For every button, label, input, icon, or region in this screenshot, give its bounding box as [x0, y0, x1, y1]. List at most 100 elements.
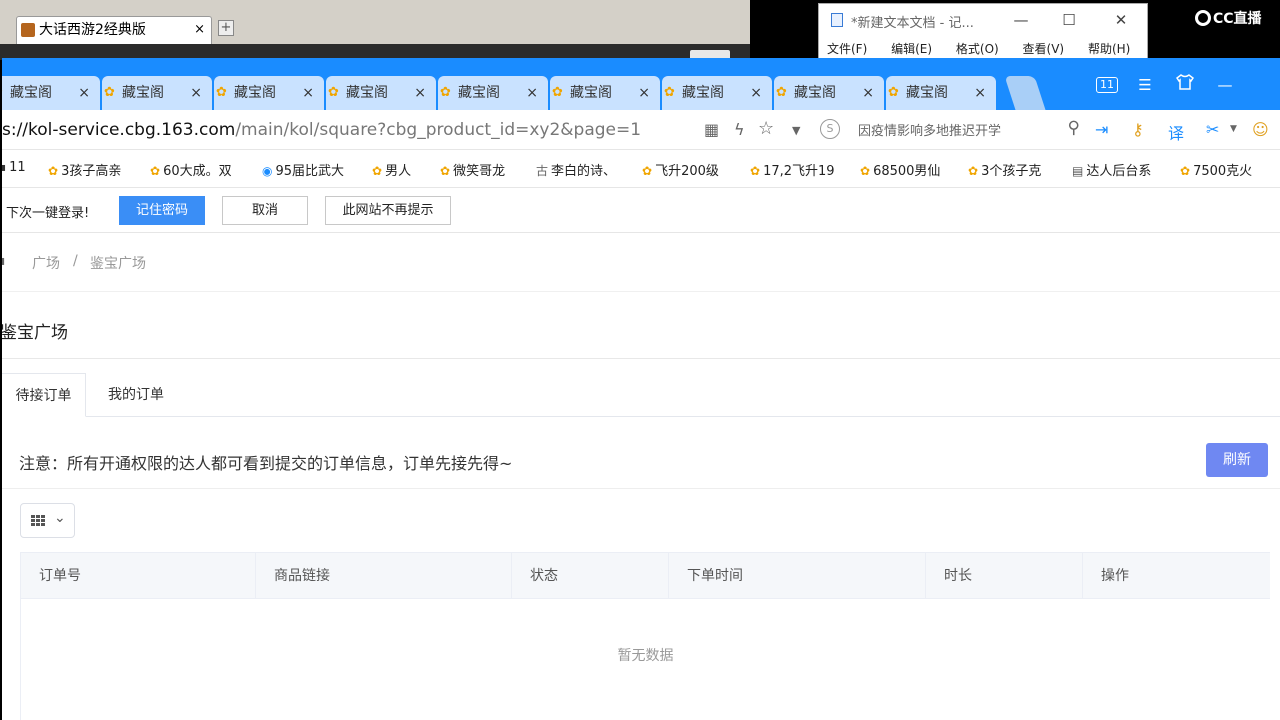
chevron-down-icon[interactable]: ▼ [1230, 124, 1237, 134]
bookmark-item[interactable]: ✿ 60大成。双 [150, 160, 232, 179]
browser-tab[interactable]: ✿ 藏宝阁 × [438, 76, 548, 110]
bookmark-item[interactable]: ▪ 11 [2, 160, 26, 175]
close-button[interactable]: ✕ [1101, 8, 1141, 32]
close-icon[interactable]: × [78, 76, 90, 110]
cancel-button[interactable]: 取消 [222, 196, 308, 225]
close-icon[interactable]: × [638, 76, 650, 110]
bookmark-item[interactable]: ✿ 68500男仙 [860, 160, 940, 179]
maximize-button[interactable]: ☐ [1049, 8, 1089, 32]
cbg-favicon-icon: ✿ [750, 164, 761, 178]
scissors-icon[interactable]: ✂ [1206, 120, 1219, 139]
notepad-menubar: 文件(F) 编辑(E) 格式(O) 查看(V) 帮助(H) [819, 40, 1142, 60]
qr-code-icon[interactable]: ▦ [704, 120, 719, 139]
bookmark-item[interactable]: ✿ 飞升200级 [642, 160, 719, 179]
cbg-favicon-icon: ✿ [968, 164, 979, 178]
menu-file[interactable]: 文件(F) [827, 40, 867, 57]
close-icon[interactable]: × [414, 76, 426, 110]
browser-tab-label: 藏宝阁 [570, 85, 612, 101]
lightning-icon[interactable]: ϟ [734, 120, 745, 139]
tab-my-orders[interactable]: 我的订单 [86, 373, 186, 417]
cbg-favicon-icon: ✿ [664, 85, 675, 100]
bookmark-label: 7500克火 [1193, 164, 1253, 179]
translate-icon[interactable]: 译 [1168, 120, 1184, 144]
menu-icon[interactable]: ☰ [1130, 74, 1160, 96]
bookmark-label: 3孩子高亲 [61, 164, 122, 179]
background-tab[interactable]: 大话西游2经典版 × [16, 16, 212, 44]
breadcrumb-separator: / [73, 253, 78, 269]
notepad-titlebar: *新建文本文档 - 记... — ☐ ✕ [819, 4, 1147, 36]
browser-tab-label: 藏宝阁 [906, 85, 948, 101]
bookmark-item[interactable]: 古李白的诗、 [536, 160, 616, 179]
never-for-site-button[interactable]: 此网站不再提示 [325, 196, 451, 225]
bookmark-item[interactable]: ✿ 男人 [372, 160, 411, 179]
browser-tab-label: 藏宝阁 [122, 85, 164, 101]
browser-tab[interactable]: ✿ 藏宝阁 × [662, 76, 772, 110]
close-icon[interactable]: × [194, 17, 205, 43]
background-window: 大话西游2经典版 × + [0, 0, 750, 60]
cc-live-logo: CC直播 [1195, 8, 1262, 28]
close-icon[interactable]: × [302, 76, 314, 110]
browser-tab[interactable]: ✿ 藏宝阁 × [774, 76, 884, 110]
menu-edit[interactable]: 编辑(E) [891, 40, 932, 57]
bookmark-label: 95届比武大 [275, 164, 345, 179]
refresh-button[interactable]: 刷新 [1206, 443, 1268, 477]
address-bar: s://kol-service.cbg.163.com/main/kol/squ… [2, 110, 1280, 150]
tab-pending-orders[interactable]: 待接订单 [2, 373, 86, 417]
column-header-order-id: 订单号 [21, 553, 256, 599]
close-icon[interactable]: × [974, 76, 986, 110]
cbg-favicon-icon: ✿ [642, 164, 653, 178]
bookmark-item[interactable]: ✿ 3个孩子克 [968, 160, 1041, 179]
password-save-bar: 下次一键登录! 记住密码 取消 此网站不再提示 [2, 188, 1280, 233]
column-selector[interactable]: ⌄ [20, 503, 75, 538]
column-header-actions: 操作 [1101, 568, 1129, 584]
search-box[interactable]: S 因疫情影响多地推迟开学 ⚲ [814, 116, 1084, 144]
bookmark-item[interactable]: ✿ 3孩子高亲 [48, 160, 121, 179]
page-content: ▪ 广场 / 鉴宝广场 鉴宝广场 待接订单 我的订单 注意：所有开通权限的达人都… [2, 233, 1280, 720]
url-field[interactable]: s://kol-service.cbg.163.com/main/kol/squ… [2, 120, 641, 140]
close-icon[interactable]: × [750, 76, 762, 110]
chevron-down-icon[interactable]: ▼ [792, 124, 800, 137]
menu-help[interactable]: 帮助(H) [1088, 40, 1130, 57]
browser-tab[interactable]: ✿ 藏宝阁 × [102, 76, 212, 110]
bookmark-label: 李白的诗、 [551, 164, 617, 179]
save-password-button[interactable]: 记住密码 [119, 196, 205, 225]
breadcrumb-current: 鉴宝广场 [90, 256, 146, 272]
bookmark-item[interactable]: ✿ 7500克火 [1180, 160, 1252, 179]
url-host: s://kol-service.cbg.163.com [2, 120, 236, 140]
browser-tab[interactable]: ✿ 藏宝阁 × [326, 76, 436, 110]
close-icon[interactable]: × [862, 76, 874, 110]
game-favicon-icon [21, 23, 35, 37]
search-icon[interactable]: ⚲ [1068, 118, 1080, 138]
bookmark-item[interactable]: ✿ 17,2飞升19 [750, 160, 835, 179]
menu-format[interactable]: 格式(O) [956, 40, 999, 57]
smile-icon[interactable]: ☺ [1252, 120, 1269, 139]
bookmark-item[interactable]: ◉ 95届比武大 [262, 160, 344, 179]
bookmark-item[interactable]: ✿ 微笑哥龙 [440, 160, 505, 179]
tab-count-badge[interactable]: 11 [1096, 77, 1118, 93]
bookmark-item[interactable]: ▤ 达人后台系 [1072, 160, 1151, 179]
background-tab-label: 大话西游2经典版 [39, 22, 146, 38]
bookmark-label: 男人 [385, 164, 412, 179]
browser-tab-label: 藏宝阁 [458, 85, 500, 101]
close-icon[interactable]: × [190, 76, 202, 110]
minimize-button[interactable]: — [1210, 74, 1240, 96]
breadcrumb-home-icon: ▪ [2, 253, 6, 269]
notepad-icon [831, 13, 843, 27]
new-tab-button[interactable]: + [218, 20, 234, 36]
breadcrumb-root[interactable]: 广场 [32, 253, 60, 273]
close-icon[interactable]: × [526, 76, 538, 110]
cbg-favicon-icon: ✿ [888, 85, 899, 100]
browser-tab[interactable]: ✿ 藏宝阁 × [214, 76, 324, 110]
minimize-button[interactable]: — [1001, 8, 1041, 32]
browser-tab[interactable]: ✿ 藏宝阁 × [550, 76, 660, 110]
browser-tab[interactable]: ✿ 藏宝阁 × [886, 76, 996, 110]
key-icon[interactable]: ⚷ [1132, 120, 1144, 139]
login-icon[interactable]: ⇥ [1095, 120, 1108, 139]
star-icon[interactable]: ☆ [758, 118, 774, 139]
cbg-favicon-icon: ✿ [216, 85, 227, 100]
new-tab-button[interactable] [1004, 76, 1046, 110]
browser-tab[interactable]: ✿ 藏宝阁 × [2, 76, 100, 110]
skin-icon[interactable] [1170, 74, 1200, 96]
menu-view[interactable]: 查看(V) [1023, 40, 1065, 57]
cbg-favicon-icon: ✿ [440, 164, 451, 178]
